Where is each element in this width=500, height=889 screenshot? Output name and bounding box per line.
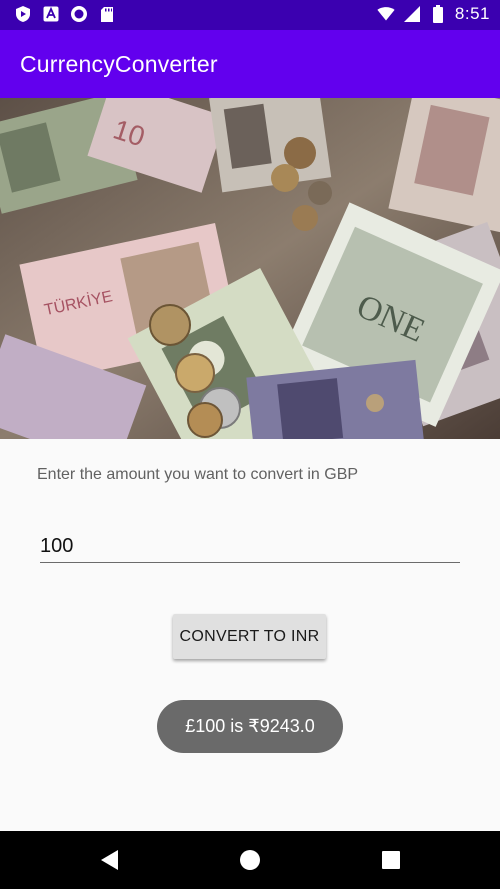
system-icons: 8:51 bbox=[377, 4, 490, 24]
currency-banner-image: 10 TÜRKİYE ONE bbox=[0, 98, 500, 439]
app-screen: 8:51 CurrencyConverter 10 TÜRKİYE ONE En… bbox=[0, 0, 500, 889]
amount-input[interactable] bbox=[40, 530, 460, 563]
clock: 8:51 bbox=[454, 4, 490, 23]
circle-dot-icon bbox=[70, 5, 88, 23]
battery-icon bbox=[429, 5, 447, 23]
play-protect-icon bbox=[14, 5, 32, 23]
convert-button[interactable]: CONVERT TO INR bbox=[173, 614, 326, 659]
back-icon[interactable] bbox=[98, 848, 122, 872]
result-toast: £100 is ₹9243.0 bbox=[157, 700, 343, 753]
signal-icon bbox=[403, 5, 421, 23]
status-bar: 8:51 bbox=[0, 0, 500, 30]
banknotes-illustration: 10 TÜRKİYE ONE bbox=[0, 98, 500, 439]
recents-icon[interactable] bbox=[379, 848, 403, 872]
navigation-bar bbox=[0, 831, 500, 889]
amount-prompt-label: Enter the amount you want to convert in … bbox=[37, 466, 359, 483]
result-toast-message: £100 is ₹9243.0 bbox=[185, 716, 315, 736]
app-bar: CurrencyConverter bbox=[0, 30, 500, 98]
notification-icons bbox=[14, 5, 116, 23]
home-icon[interactable] bbox=[238, 848, 262, 872]
wifi-icon bbox=[377, 5, 395, 23]
a-letter-icon bbox=[42, 5, 60, 23]
sd-card-icon bbox=[98, 5, 116, 23]
app-title: CurrencyConverter bbox=[20, 51, 218, 77]
